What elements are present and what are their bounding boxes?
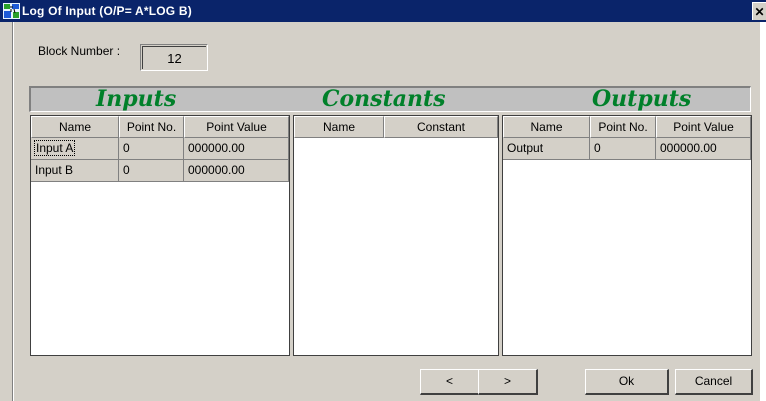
outputs-grid[interactable]: Name Point No. Point Value Output 0 0000… bbox=[502, 115, 752, 356]
inputs-col-name[interactable]: Name bbox=[31, 116, 119, 138]
table-row-cell-point-value[interactable]: 000000.00 bbox=[184, 138, 289, 160]
constants-col-constant[interactable]: Constant bbox=[384, 116, 498, 138]
inputs-col-point-value[interactable]: Point Value bbox=[184, 116, 289, 138]
outputs-heading: Outputs bbox=[592, 86, 692, 112]
table-row-cell-point-value[interactable]: 000000.00 bbox=[656, 138, 751, 160]
cancel-button[interactable]: Cancel bbox=[675, 369, 753, 395]
title-bar[interactable]: Log Of Input (O/P= A*LOG B) ✕ bbox=[0, 0, 766, 22]
app-icon bbox=[3, 3, 20, 19]
outputs-col-name[interactable]: Name bbox=[503, 116, 590, 138]
table-row-cell-name[interactable]: Output bbox=[503, 138, 590, 160]
block-number-value: 12 bbox=[142, 46, 206, 69]
close-icon[interactable]: ✕ bbox=[752, 2, 766, 20]
block-number-field[interactable]: 12 bbox=[140, 44, 208, 71]
inputs-grid[interactable]: Name Point No. Point Value Input A 0 000… bbox=[30, 115, 290, 356]
table-row-cell-point-no[interactable]: 0 bbox=[119, 160, 184, 182]
inputs-col-point-no[interactable]: Point No. bbox=[119, 116, 184, 138]
dialog-window: Log Of Input (O/P= A*LOG B) ✕ Block Numb… bbox=[0, 0, 766, 401]
right-edge bbox=[760, 22, 766, 401]
table-row-cell-name[interactable]: Input A bbox=[31, 138, 119, 160]
previous-button[interactable]: < bbox=[420, 369, 480, 395]
table-row-cell-point-no[interactable]: 0 bbox=[119, 138, 184, 160]
inputs-heading: Inputs bbox=[96, 86, 177, 112]
left-frame-divider bbox=[12, 22, 14, 401]
constants-grid[interactable]: Name Constant bbox=[293, 115, 499, 356]
input-a-name: Input A bbox=[33, 140, 76, 156]
outputs-col-point-no[interactable]: Point No. bbox=[590, 116, 656, 138]
ok-button[interactable]: Ok bbox=[585, 369, 669, 395]
table-row-cell-point-no[interactable]: 0 bbox=[590, 138, 656, 160]
window-title: Log Of Input (O/P= A*LOG B) bbox=[22, 4, 192, 18]
next-button[interactable]: > bbox=[478, 369, 538, 395]
constants-col-name[interactable]: Name bbox=[294, 116, 384, 138]
block-number-label: Block Number : bbox=[38, 44, 121, 58]
outputs-col-point-value[interactable]: Point Value bbox=[656, 116, 751, 138]
table-row-cell-point-value[interactable]: 000000.00 bbox=[184, 160, 289, 182]
table-row-cell-name[interactable]: Input B bbox=[31, 160, 119, 182]
constants-heading: Constants bbox=[322, 86, 446, 112]
